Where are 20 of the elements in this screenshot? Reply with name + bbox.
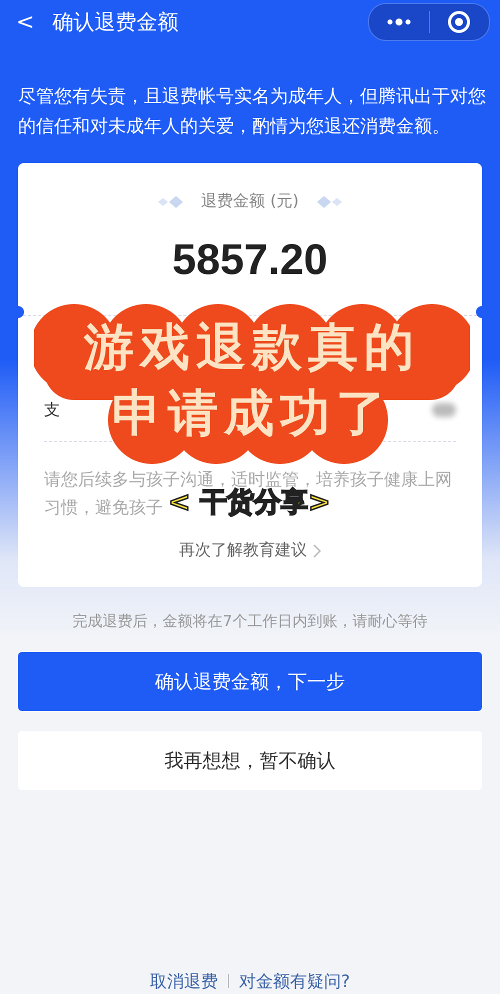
advice-text: 习惯，避免孩子 xyxy=(44,497,163,520)
page-title: 确认退费金额 xyxy=(52,9,180,36)
refund-amount: 5857.20 xyxy=(172,238,328,282)
sticker-headline: 游戏退款真的 xyxy=(84,317,420,378)
close-icon[interactable] xyxy=(447,10,472,34)
chevron-right-icon xyxy=(313,544,321,558)
cancel-button[interactable]: 我再想想，暂不确认 xyxy=(18,731,482,790)
blurred-value xyxy=(432,403,456,417)
footer-link[interactable]: 对金额有疑问? xyxy=(238,970,350,992)
footer-link[interactable]: 取消退费 xyxy=(150,970,218,992)
more-icon[interactable] xyxy=(386,18,412,26)
sticker-headline: 申请成功了 xyxy=(112,383,392,444)
intro-text: 尽管您有失责，且退费帐号实名为成年人，但腾讯出于对您的信任和对未成年人的关爱，酌情为您退还消费金额。 xyxy=(18,85,486,139)
amount-label: 退费金额 (元) xyxy=(201,191,299,212)
advice-link[interactable]: 再次了解教育建议 xyxy=(179,540,321,561)
row-label: 支 xyxy=(44,400,60,420)
confirm-button[interactable]: 确认退费金额，下一步 xyxy=(18,652,482,711)
back-button[interactable]: < xyxy=(16,10,34,34)
sticker-caption: < 干货分享> xyxy=(168,487,331,520)
arrival-note: 完成退费后，金额将在7个工作日内到账，请耐心等待 xyxy=(72,612,428,631)
